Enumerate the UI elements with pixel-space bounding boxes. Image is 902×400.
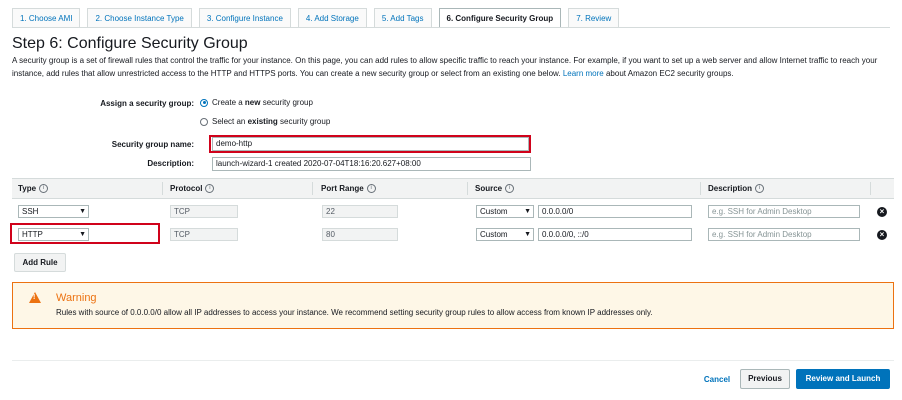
tab-choose-instance-type[interactable]: 2. Choose Instance Type: [87, 8, 192, 28]
rule-description-input[interactable]: e.g. SSH for Admin Desktop: [708, 228, 860, 241]
remove-rule-icon[interactable]: ×: [877, 207, 887, 217]
rule-protocol: TCP: [170, 205, 238, 218]
col-separator: [870, 182, 871, 195]
chevron-down-icon: ▼: [524, 208, 531, 215]
rule-source-select[interactable]: Custom ▼: [476, 205, 534, 218]
cancel-button[interactable]: Cancel: [700, 373, 734, 387]
radio-create-new[interactable]: Create a new security group: [200, 98, 313, 107]
tabs-divider: [12, 27, 890, 28]
warning-text: Rules with source of 0.0.0.0/0 allow all…: [56, 308, 653, 317]
radio-select-existing-button[interactable]: [200, 117, 208, 126]
radio-select-existing[interactable]: Select an existing security group: [200, 117, 330, 126]
warning-icon: !: [29, 292, 41, 303]
sg-name-label: Security group name:: [111, 140, 194, 149]
intro-tail: about Amazon EC2 security groups.: [605, 69, 734, 78]
rules-table-header: Type i Protocol i Port Range i Source i Desc…: [12, 178, 894, 199]
col-source: Source i: [475, 179, 515, 198]
page-title: Step 6: Configure Security Group: [12, 35, 248, 52]
col-description: Description i: [708, 179, 765, 198]
radio-existing-label: Select an existing security group: [212, 117, 331, 126]
page-intro: A security group is a set of firewall ru…: [12, 54, 894, 80]
col-separator: [312, 182, 313, 195]
tab-review[interactable]: 7. Review: [568, 8, 620, 28]
tab-add-tags[interactable]: 5. Add Tags: [373, 8, 432, 28]
radio-create-label: Create a new security group: [212, 98, 313, 107]
rule-source-input[interactable]: 0.0.0.0/0, ::/0: [538, 228, 692, 241]
sg-name-highlight: [209, 135, 531, 153]
col-separator: [162, 182, 163, 195]
chevron-down-icon: ▼: [524, 231, 531, 238]
assign-sg-label: Assign a security group:: [100, 99, 194, 108]
sg-description-input[interactable]: launch-wizard-1 created 2020-07-04T18:16…: [212, 157, 531, 171]
review-and-launch-button[interactable]: Review and Launch: [796, 369, 890, 389]
col-separator: [467, 182, 468, 195]
intro-text: A security group is a set of firewall ru…: [12, 56, 878, 78]
learn-more-link[interactable]: Learn more: [563, 69, 604, 78]
warning-alert: ! Warning Rules with source of 0.0.0.0/0…: [12, 282, 894, 329]
col-port-range: Port Range i: [321, 179, 376, 198]
rule-source-input[interactable]: 0.0.0.0/0: [538, 205, 692, 218]
warning-title: Warning: [56, 292, 97, 304]
sg-description-label: Description:: [147, 159, 194, 168]
radio-create-new-button[interactable]: [200, 98, 208, 107]
rule-protocol: TCP: [170, 228, 238, 241]
chevron-down-icon: ▼: [79, 208, 86, 215]
info-icon[interactable]: i: [205, 184, 215, 194]
add-rule-button[interactable]: Add Rule: [14, 253, 66, 272]
rule-type-select[interactable]: SSH ▼: [18, 205, 89, 218]
info-icon[interactable]: i: [366, 184, 376, 194]
tab-configure-instance[interactable]: 3. Configure Instance: [198, 8, 291, 28]
remove-rule-icon[interactable]: ×: [877, 230, 887, 240]
info-icon[interactable]: i: [755, 184, 765, 194]
col-protocol: Protocol i: [170, 179, 215, 198]
tab-configure-security-group[interactable]: 6. Configure Security Group: [438, 8, 562, 28]
rule-port-range: 80: [322, 228, 398, 241]
tab-choose-ami[interactable]: 1. Choose AMI: [12, 8, 81, 28]
previous-button[interactable]: Previous: [740, 369, 790, 389]
info-icon[interactable]: i: [505, 184, 515, 194]
rule-source-select[interactable]: Custom ▼: [476, 228, 534, 241]
rule-port-range: 22: [322, 205, 398, 218]
footer-divider: [12, 360, 894, 361]
tab-add-storage[interactable]: 4. Add Storage: [297, 8, 367, 28]
rule-description-input[interactable]: e.g. SSH for Admin Desktop: [708, 205, 860, 218]
col-separator: [700, 182, 701, 195]
type-highlight: [10, 223, 160, 244]
col-type: Type i: [18, 179, 49, 198]
info-icon[interactable]: i: [39, 184, 49, 194]
wizard-tabs: 1. Choose AMI 2. Choose Instance Type 3.…: [12, 8, 626, 28]
